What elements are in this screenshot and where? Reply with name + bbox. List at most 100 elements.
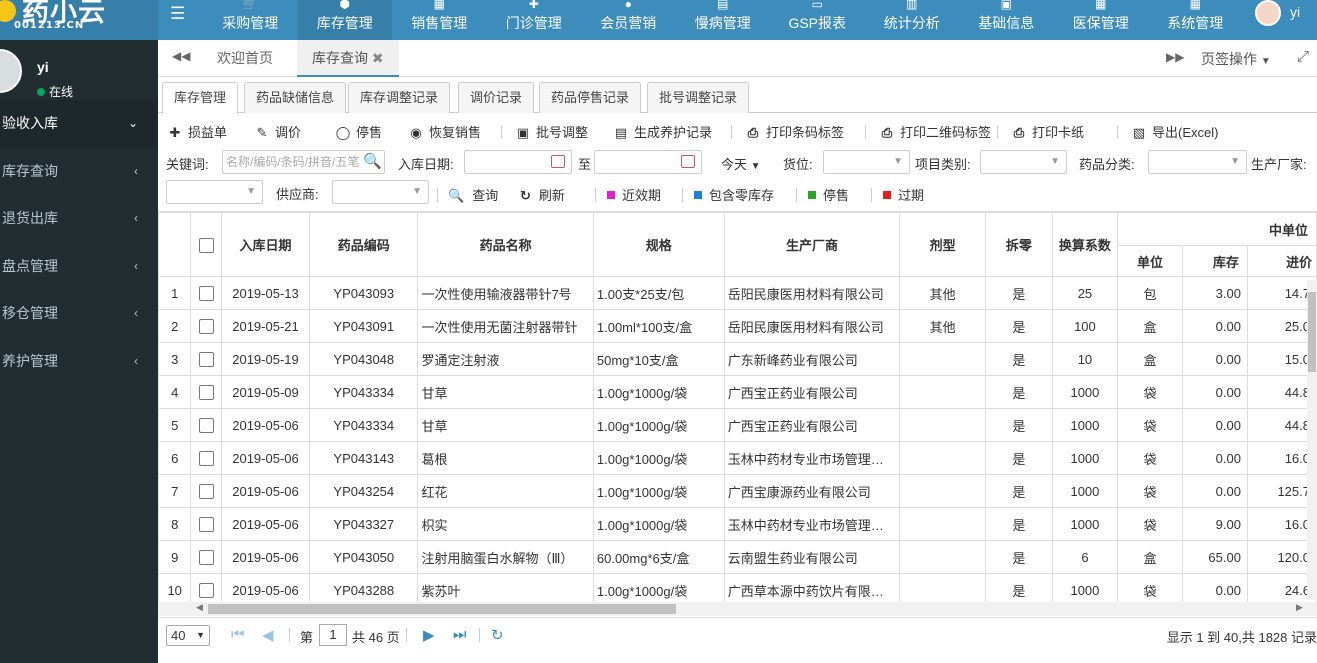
nav-item-5[interactable]: ▤ 慢病管理 — [676, 0, 771, 40]
col-header-split[interactable]: 拆零 — [985, 212, 1053, 277]
row-checkbox[interactable] — [198, 385, 214, 401]
row-checkbox[interactable] — [198, 286, 214, 302]
app-logo[interactable]: 药小云 001213.CN — [0, 0, 158, 40]
nav-item-4[interactable]: ● 会员营销 — [581, 0, 676, 40]
search-icon[interactable]: 🔍 — [363, 151, 382, 173]
drug-category-select[interactable]: ▼ — [1148, 150, 1247, 174]
sidebar-item-2[interactable]: 退货出库 ‹ — [0, 195, 158, 243]
query-button[interactable]: 🔍 查询 — [448, 185, 498, 204]
top-user-menu[interactable]: yi — [1252, 0, 1317, 40]
table-row[interactable]: 5 2019-05-06 YP043334 甘草 1.00g*1000g/袋 广西宝正药业… — [158, 408, 1317, 442]
tab-scroll-left-icon[interactable]: ◀◀ — [172, 49, 190, 63]
nav-item-9[interactable]: ▦ 医保管理 — [1054, 0, 1149, 40]
toolbar-button-5[interactable]: ▤ 生成养护记录 — [613, 122, 712, 141]
table-row[interactable]: 6 2019-05-06 YP043143 葛根 1.00g*1000g/袋 玉林中药材专… — [158, 441, 1317, 475]
manufacturer-select[interactable]: ▼ — [166, 180, 263, 204]
calendar-icon[interactable] — [681, 155, 695, 168]
date-to-input[interactable] — [594, 150, 702, 174]
row-checkbox[interactable] — [198, 583, 214, 599]
col-header-spec[interactable]: 规格 — [592, 212, 725, 277]
grid-horizontal-scrollbar[interactable]: ◀ ▶ — [158, 602, 1317, 616]
legend-item-0[interactable]: 近效期 — [607, 185, 661, 204]
toolbar-button-3[interactable]: ◉ 恢复销售 — [408, 122, 481, 141]
col-header-unit[interactable]: 单位 — [1117, 245, 1183, 277]
tab-home[interactable]: 欢迎首页 — [217, 40, 273, 77]
tab-inventory-query[interactable]: 库存查询 ✖ — [297, 40, 399, 77]
date-preset-select[interactable]: 今天 ▼ — [721, 154, 761, 173]
subtab-4[interactable]: 药品停售记录 — [539, 82, 642, 113]
prev-page-icon[interactable]: ◀ — [262, 626, 274, 644]
toolbar-button-4[interactable]: ▣ 批号调整 — [515, 122, 588, 141]
row-checkbox[interactable] — [198, 517, 214, 533]
toolbar-button-0[interactable]: ✚ 损益单 — [167, 122, 227, 141]
scroll-left-icon[interactable]: ◀ — [196, 602, 203, 613]
next-page-icon[interactable]: ▶ — [423, 626, 435, 644]
table-row[interactable]: 7 2019-05-06 YP043254 红花 1.00g*1000g/袋 广西宝康源药… — [158, 474, 1317, 508]
col-header-factor[interactable]: 换算系数 — [1051, 212, 1119, 277]
close-icon[interactable]: ✖ — [372, 50, 384, 66]
nav-item-10[interactable]: ▦ 系统管理 — [1148, 0, 1243, 40]
supplier-select[interactable]: ▼ — [332, 180, 429, 204]
toolbar-button-2[interactable]: ◯ 停售 — [335, 122, 382, 141]
refresh-button[interactable]: ↻ 刷新 — [520, 185, 565, 204]
scroll-thumb[interactable] — [208, 604, 676, 614]
subtab-1[interactable]: 药品缺储信息 — [244, 82, 347, 113]
scroll-thumb[interactable] — [1308, 292, 1316, 372]
sidebar-item-1[interactable]: 库存查询 ‹ — [0, 148, 158, 196]
sidebar-item-0[interactable]: 验收入库 ⌄ — [0, 100, 158, 148]
row-checkbox[interactable] — [198, 451, 214, 467]
col-header-price[interactable]: 进价 — [1246, 245, 1317, 277]
legend-item-3[interactable]: 过期 — [883, 185, 924, 204]
nav-item-2[interactable]: ▦ 销售管理 — [392, 0, 487, 40]
col-header-form[interactable]: 剂型 — [899, 212, 987, 277]
table-row[interactable]: 9 2019-05-06 YP043050 注射用脑蛋白水解物（Ⅲ） 60.00mg*6… — [158, 540, 1317, 574]
row-checkbox[interactable] — [198, 352, 214, 368]
row-checkbox[interactable] — [198, 319, 214, 335]
subtab-2[interactable]: 库存调整记录 — [348, 82, 451, 113]
nav-item-6[interactable]: ▭ GSP报表 — [770, 0, 865, 40]
project-category-select[interactable]: ▼ — [980, 150, 1067, 174]
tab-scroll-right-icon[interactable]: ▶▶ — [1166, 50, 1184, 64]
col-header-code[interactable]: 药品编码 — [309, 212, 419, 277]
nav-item-3[interactable]: ✚ 门诊管理 — [487, 0, 582, 40]
nav-item-1[interactable]: ⬢ 库存管理 — [297, 0, 392, 40]
nav-item-7[interactable]: ▥ 统计分析 — [865, 0, 960, 40]
fullscreen-icon[interactable]: ⤢ — [1297, 48, 1309, 65]
sidebar-item-4[interactable]: 移仓管理 ‹ — [0, 290, 158, 338]
table-row[interactable]: 4 2019-05-09 YP043334 甘草 1.00g*1000g/袋 广西宝正药业… — [158, 375, 1317, 409]
col-header-maker[interactable]: 生产厂商 — [723, 212, 901, 277]
toolbar-button-1[interactable]: ✎ 调价 — [254, 122, 301, 141]
toolbar-button-7[interactable]: ⎙ 打印二维码标签 — [879, 122, 991, 141]
table-row[interactable]: 3 2019-05-19 YP043048 罗通定注射液 50mg*10支/盒 广东新峰药… — [158, 342, 1317, 376]
last-page-icon[interactable]: ⏭ — [453, 626, 467, 643]
nav-item-0[interactable]: 🛒 采购管理 — [203, 0, 298, 40]
calendar-icon[interactable] — [551, 155, 565, 168]
location-select[interactable]: ▼ — [823, 150, 910, 174]
select-all-checkbox[interactable] — [198, 237, 214, 253]
row-checkbox[interactable] — [198, 484, 214, 500]
toolbar-button-9[interactable]: ▧ 导出(Excel) — [1131, 122, 1219, 141]
sidebar-item-3[interactable]: 盘点管理 ‹ — [0, 243, 158, 291]
page-operations-menu[interactable]: 页签操作 ▼ — [1201, 49, 1271, 69]
subtab-5[interactable]: 批号调整记录 — [647, 82, 750, 113]
first-page-icon[interactable]: ⏮ — [231, 626, 245, 643]
col-header-stock[interactable]: 库存 — [1181, 245, 1248, 277]
grid-vertical-scrollbar[interactable] — [1307, 280, 1317, 600]
sidebar-item-5[interactable]: 养护管理 ‹ — [0, 338, 158, 386]
col-header-date[interactable]: 入库日期 — [220, 212, 311, 277]
date-from-input[interactable] — [464, 150, 572, 174]
page-number-input[interactable]: 1 — [319, 624, 347, 646]
row-checkbox[interactable] — [198, 418, 214, 434]
subtab-3[interactable]: 调价记录 — [458, 82, 535, 113]
page-size-select[interactable]: 40 ▼ — [166, 625, 210, 646]
table-row[interactable]: 8 2019-05-06 YP043327 枳实 1.00g*1000g/袋 玉林中药材专… — [158, 507, 1317, 541]
col-header-name[interactable]: 药品名称 — [417, 212, 594, 277]
scroll-right-icon[interactable]: ▶ — [1296, 602, 1303, 613]
reload-icon[interactable]: ↻ — [491, 626, 504, 644]
legend-item-1[interactable]: 包含零库存 — [694, 185, 774, 204]
row-checkbox[interactable] — [198, 550, 214, 566]
subtab-0[interactable]: 库存管理 — [162, 82, 239, 114]
table-row[interactable]: 2 2019-05-21 YP043091 一次性使用无菌注射器带针 1.00ml*10… — [158, 309, 1317, 343]
nav-item-8[interactable]: ▣ 基础信息 — [959, 0, 1054, 40]
toolbar-button-8[interactable]: ⎙ 打印卡纸 — [1011, 122, 1084, 141]
